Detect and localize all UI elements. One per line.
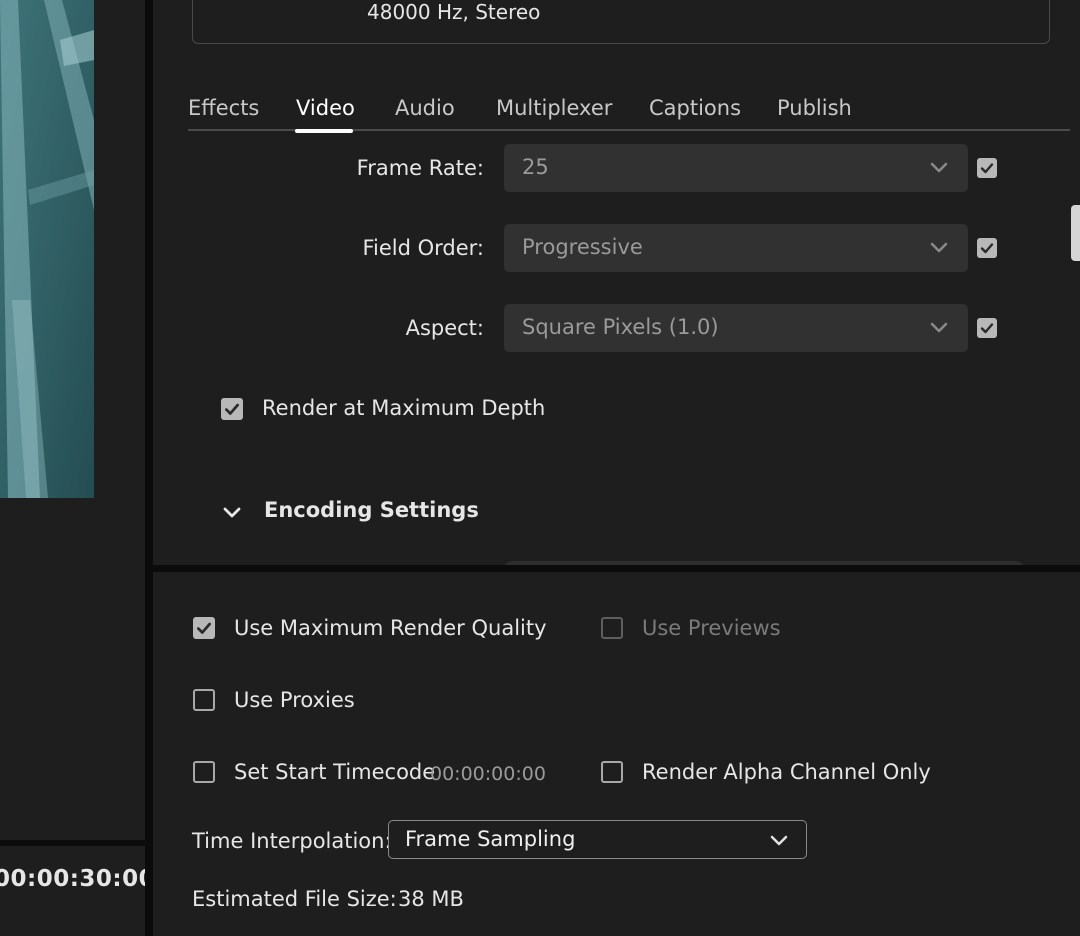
tab-audio[interactable]: Audio [395, 96, 455, 120]
render-max-depth-label[interactable]: Render at Maximum Depth [262, 396, 545, 420]
field-order-dropdown[interactable]: Progressive [504, 224, 968, 272]
aspect-label: Aspect: [405, 316, 484, 340]
use-proxies-label[interactable]: Use Proxies [234, 688, 355, 712]
video-preview-image [0, 0, 94, 498]
chevron-down-icon [930, 322, 948, 333]
time-interpolation-dropdown[interactable]: Frame Sampling [388, 820, 807, 859]
checkmark-icon [980, 323, 994, 334]
audio-summary-text: 48000 Hz, Stereo [367, 0, 541, 24]
chevron-down-icon[interactable] [222, 503, 242, 523]
max-render-quality-checkbox[interactable] [193, 617, 215, 639]
set-start-timecode-label[interactable]: Set Start Timecode [234, 760, 435, 784]
set-start-timecode-checkbox[interactable] [193, 761, 215, 783]
encoding-settings-header[interactable]: Encoding Settings [264, 498, 479, 522]
frame-rate-label: Frame Rate: [356, 156, 484, 180]
render-alpha-only-checkbox[interactable] [601, 761, 623, 783]
time-interpolation-label: Time Interpolation: [192, 829, 392, 853]
checkmark-icon [197, 622, 211, 634]
tab-publish[interactable]: Publish [777, 96, 852, 120]
render-max-depth-checkbox[interactable] [221, 398, 243, 420]
panel-divider-vertical[interactable] [145, 0, 153, 936]
use-previews-checkbox [601, 617, 623, 639]
render-alpha-only-label[interactable]: Render Alpha Channel Only [642, 760, 931, 784]
aspect-value: Square Pixels (1.0) [522, 315, 719, 339]
tab-captions[interactable]: Captions [649, 96, 741, 120]
use-previews-label: Use Previews [642, 616, 781, 640]
scrollbar-thumb[interactable] [1071, 205, 1080, 261]
panel-divider-horizontal[interactable] [153, 565, 1080, 572]
max-render-quality-label[interactable]: Use Maximum Render Quality [234, 616, 547, 640]
preview-divider [0, 840, 145, 846]
aspect-match-checkbox[interactable] [977, 318, 997, 338]
tab-multiplexer[interactable]: Multiplexer [496, 96, 612, 120]
frame-rate-match-checkbox[interactable] [977, 158, 997, 178]
field-order-label: Field Order: [362, 236, 484, 260]
frame-rate-dropdown[interactable]: 25 [504, 144, 968, 192]
tab-effects[interactable]: Effects [188, 96, 259, 120]
chevron-down-icon [770, 835, 788, 846]
field-order-match-checkbox[interactable] [977, 238, 997, 258]
checkmark-icon [225, 403, 239, 415]
export-settings-panel [153, 0, 1080, 565]
frame-rate-value: 25 [522, 155, 549, 179]
tab-video[interactable]: Video [296, 96, 355, 120]
use-proxies-checkbox[interactable] [193, 689, 215, 711]
estimated-file-size-value: 38 MB [398, 887, 464, 911]
chevron-down-icon [930, 162, 948, 173]
estimated-file-size-label: Estimated File Size: [192, 887, 397, 911]
field-order-value: Progressive [522, 235, 643, 259]
active-tab-indicator [295, 129, 353, 133]
time-interpolation-value: Frame Sampling [405, 827, 576, 851]
start-timecode-value[interactable]: 00:00:00:00 [430, 763, 546, 785]
aspect-dropdown[interactable]: Square Pixels (1.0) [504, 304, 968, 352]
checkmark-icon [980, 243, 994, 254]
summary-box [192, 0, 1050, 44]
chevron-down-icon [930, 242, 948, 253]
out-point-timecode: 00:00:30:00 [0, 866, 145, 892]
checkmark-icon [980, 163, 994, 174]
